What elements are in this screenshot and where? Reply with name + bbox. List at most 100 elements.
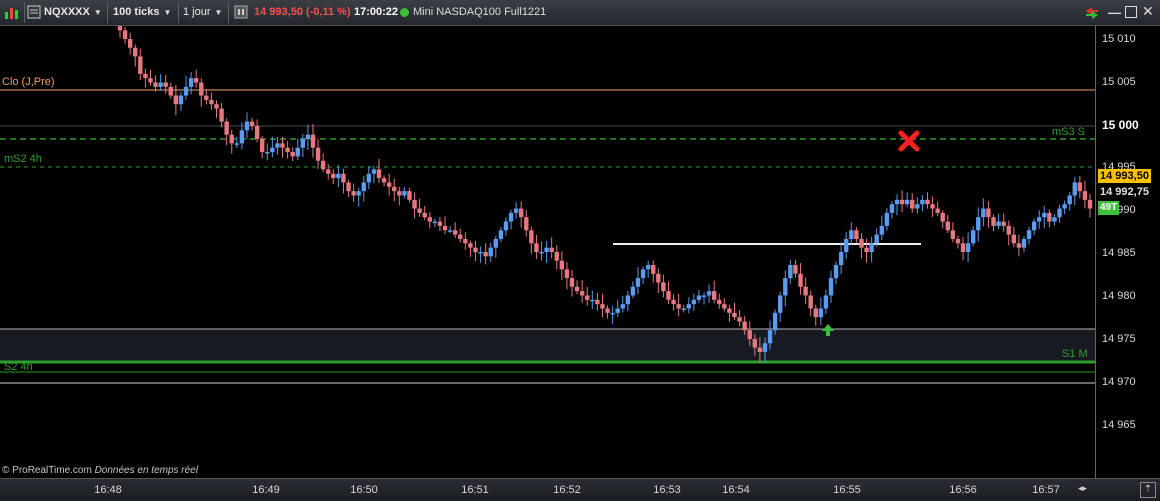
- candle-down: [711, 291, 717, 300]
- candle-up: [1026, 230, 1032, 239]
- price-label: 14 980: [1102, 290, 1136, 302]
- candle-down: [529, 230, 534, 244]
- candle-down: [148, 78, 153, 83]
- candle-down: [1087, 199, 1093, 209]
- candle-up: [305, 134, 311, 139]
- chevron-down-icon: ▼: [163, 8, 172, 17]
- chart-icon[interactable]: [3, 4, 21, 23]
- candle-up: [706, 291, 712, 296]
- candle-up: [244, 121, 250, 131]
- candle-down: [351, 191, 356, 196]
- symbol-select[interactable]: NQXXXX ▼: [44, 3, 102, 22]
- candle-down: [310, 134, 316, 148]
- candle-down: [153, 82, 158, 87]
- candle-down: [199, 82, 204, 96]
- candle-down: [381, 178, 387, 183]
- candle-up: [996, 221, 1001, 226]
- candle-down: [320, 160, 326, 170]
- candle-down: [463, 238, 468, 244]
- candle-up: [823, 295, 829, 309]
- candle-down: [930, 204, 935, 209]
- candle-down: [752, 338, 758, 348]
- candle-down: [864, 247, 869, 252]
- period-select[interactable]: 1 jour ▼: [183, 3, 222, 22]
- candle-up: [818, 308, 824, 318]
- candle-down: [133, 47, 138, 57]
- candle-up: [270, 147, 275, 153]
- candle-down: [798, 273, 803, 287]
- period-label: 1 jour: [183, 6, 211, 18]
- candle-up: [838, 252, 844, 266]
- candle-down: [1077, 182, 1083, 192]
- candle-down: [742, 321, 747, 331]
- ms2-label: mS2 4h: [4, 153, 42, 165]
- candle-up: [635, 278, 641, 287]
- time-label: 16:54: [722, 484, 750, 496]
- clock-time: 17:00:22: [354, 6, 399, 18]
- candle-down: [280, 143, 285, 148]
- instrument-name: Mini NASDAQ100 Full1221: [413, 6, 547, 18]
- candle-down: [442, 225, 448, 231]
- candle-up: [904, 199, 910, 205]
- candle-up: [366, 173, 372, 183]
- s1-zone: [0, 329, 1095, 361]
- candle-up: [620, 304, 625, 309]
- candle-up: [1052, 217, 1057, 222]
- candle-down: [605, 308, 610, 313]
- candle-up: [544, 247, 549, 252]
- candle-down: [732, 312, 737, 318]
- info-icon[interactable]: [234, 5, 248, 24]
- candle-down: [1082, 191, 1088, 200]
- close-icon[interactable]: ✕: [1142, 2, 1154, 21]
- candle-down: [519, 208, 524, 218]
- minimize-icon[interactable]: —: [1108, 3, 1121, 22]
- candle-up: [478, 252, 483, 254]
- price-axis[interactable]: 15 010 15 005 15 000 14 995 14 990 14 98…: [1095, 26, 1160, 478]
- price-chart[interactable]: [0, 26, 1095, 478]
- scroll-up-icon[interactable]: ⇡: [1140, 482, 1156, 498]
- chart-plot-area[interactable]: Clo (J,Pre) mS3 S mS2 4h S2 4h S1 M: [0, 26, 1095, 478]
- candle-up: [915, 204, 920, 209]
- candle-down: [854, 230, 859, 239]
- candle-down: [559, 260, 565, 270]
- candle-down: [427, 217, 432, 222]
- candle-up: [361, 182, 366, 192]
- ticks-select[interactable]: 100 ticks ▼: [113, 3, 171, 22]
- candle-down: [524, 217, 529, 231]
- maximize-icon[interactable]: [1125, 6, 1137, 18]
- candle-up: [513, 208, 519, 213]
- symbol-label: NQXXXX: [44, 6, 90, 18]
- candle-down: [955, 238, 961, 244]
- price-label: 14 965: [1102, 419, 1136, 431]
- candle-down: [757, 347, 763, 352]
- candle-up: [1057, 208, 1062, 218]
- candle-up: [778, 295, 783, 313]
- candle-up: [869, 243, 874, 252]
- candle-up: [696, 295, 702, 300]
- candle-down: [717, 299, 722, 305]
- time-axis[interactable]: 16:48 16:49 16:50 16:51 16:52 16:53 16:5…: [0, 478, 1160, 501]
- candle-up: [976, 217, 981, 231]
- candle-up: [295, 147, 300, 157]
- candle-up: [275, 143, 280, 148]
- candle-up: [889, 204, 895, 213]
- candle-up: [681, 308, 686, 310]
- scroll-left-icon[interactable]: ◂▸: [1078, 483, 1088, 493]
- candle-down: [737, 317, 742, 322]
- candle-down: [249, 121, 255, 126]
- list-icon[interactable]: [27, 4, 41, 23]
- candle-down: [315, 147, 321, 161]
- candle-up: [610, 312, 615, 315]
- candle-up: [783, 278, 788, 296]
- candle-down: [392, 186, 397, 192]
- tick-count-badge: 49T: [1098, 201, 1120, 215]
- candle-down: [331, 173, 336, 179]
- candle-down: [940, 212, 945, 222]
- candle-down: [986, 208, 991, 218]
- sync-icon[interactable]: [1083, 5, 1101, 24]
- candle-down: [254, 125, 260, 139]
- price-label: 15 005: [1102, 76, 1136, 88]
- candle-down: [747, 330, 752, 339]
- candle-down: [569, 278, 575, 287]
- candle-up: [970, 230, 976, 244]
